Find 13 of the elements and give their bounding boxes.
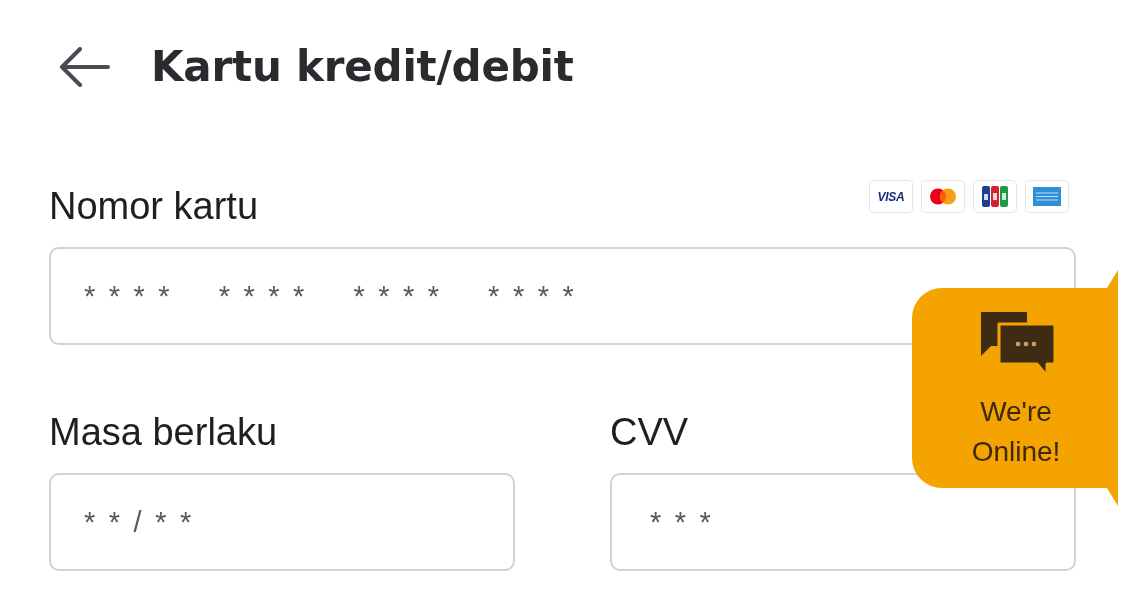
field-label: CVV — [610, 410, 689, 454]
three-stripes-icon — [973, 180, 1017, 213]
expiry-date-field[interactable]: **/** — [49, 473, 515, 571]
card-logo-icon — [1025, 180, 1069, 213]
card-number-field[interactable]: **** **** **** **** — [49, 247, 1076, 345]
back-button[interactable] — [57, 45, 111, 89]
visa-logo: VISA — [869, 180, 913, 213]
arrow-left-icon — [58, 47, 110, 87]
field-label: Nomor kartu — [49, 184, 259, 228]
two-circles-icon — [921, 180, 965, 213]
cvv-field[interactable]: *** — [610, 473, 1076, 571]
field-label: Masa berlaku — [49, 410, 278, 454]
page-title: Kartu kredit/debit — [151, 41, 574, 93]
